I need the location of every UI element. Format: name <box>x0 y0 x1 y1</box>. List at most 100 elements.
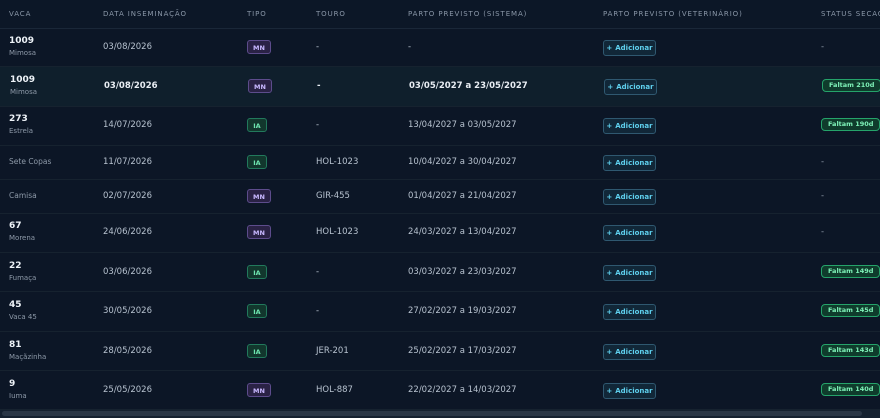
type-badge: IA <box>247 155 267 169</box>
parto-sistema: 13/04/2027 a 03/05/2027 <box>408 120 517 130</box>
table-row[interactable]: 1009 Mimosa 03/08/2026 MN - 03/05/2027 a… <box>0 67 880 107</box>
bull: - <box>316 306 320 316</box>
header-tipo[interactable]: TIPO <box>247 10 267 18</box>
table-row[interactable]: 67 Morena 24/06/2026 MN HOL-1023 24/03/2… <box>0 214 880 253</box>
status-secagem: - <box>821 227 825 237</box>
bull: - <box>317 81 321 91</box>
plus-icon: + <box>606 159 613 167</box>
bull: - <box>316 42 320 52</box>
scrollbar-thumb[interactable] <box>2 411 862 416</box>
cow-name: Estrela <box>9 127 34 135</box>
add-vet-date-button[interactable]: + Adicionar <box>603 118 656 134</box>
insemination-date: 24/06/2026 <box>103 227 152 237</box>
add-label: Adicionar <box>615 193 653 201</box>
type-badge: IA <box>247 304 267 318</box>
insemination-date: 30/05/2026 <box>103 306 152 316</box>
header-data[interactable]: DATA INSEMINAÇÃO <box>103 10 187 18</box>
header-parto-sistema[interactable]: PARTO PREVISTO (SISTEMA) <box>408 10 527 18</box>
horizontal-scrollbar[interactable] <box>0 410 880 418</box>
add-vet-date-button[interactable]: + Adicionar <box>604 79 657 95</box>
parto-sistema: 25/02/2027 a 17/03/2027 <box>408 346 517 356</box>
status-secagem: - <box>821 191 825 201</box>
bull: - <box>316 267 320 277</box>
add-label: Adicionar <box>615 122 653 130</box>
status-secagem: - <box>821 42 825 52</box>
type-badge: IA <box>247 265 267 279</box>
type-badge: IA <box>247 344 267 358</box>
add-vet-date-button[interactable]: + Adicionar <box>603 265 656 281</box>
insemination-date: 28/05/2026 <box>103 346 152 356</box>
plus-icon: + <box>606 193 613 201</box>
insemination-date: 03/08/2026 <box>103 42 152 52</box>
add-vet-date-button[interactable]: + Adicionar <box>603 344 656 360</box>
parto-sistema: 03/03/2027 a 23/03/2027 <box>408 267 517 277</box>
bull: HOL-887 <box>316 385 353 395</box>
cow-number: 22 <box>9 261 22 271</box>
status-badge: Faltam 143d <box>821 344 880 357</box>
header-touro[interactable]: TOURO <box>316 10 346 18</box>
table-row[interactable]: 45 Vaca 45 30/05/2026 IA - 27/02/2027 a … <box>0 292 880 332</box>
insemination-table: VACA DATA INSEMINAÇÃO TIPO TOURO PARTO P… <box>0 0 880 418</box>
status-badge: Faltam 140d <box>821 383 880 396</box>
status-badge: Faltam 145d <box>821 304 880 317</box>
type-badge: IA <box>247 118 267 132</box>
cow-name: Morena <box>9 234 36 242</box>
add-vet-date-button[interactable]: + Adicionar <box>603 189 656 205</box>
cow-name: Maçãzinha <box>9 353 47 361</box>
cow-number: 81 <box>9 340 22 350</box>
parto-sistema: 03/05/2027 a 23/05/2027 <box>409 81 528 91</box>
cow-name: Iuma <box>9 392 27 400</box>
table-row[interactable]: 81 Maçãzinha 28/05/2026 IA JER-201 25/02… <box>0 332 880 371</box>
add-label: Adicionar <box>615 159 653 167</box>
add-label: Adicionar <box>615 44 653 52</box>
cow-name: Vaca 45 <box>9 313 37 321</box>
table-header: VACA DATA INSEMINAÇÃO TIPO TOURO PARTO P… <box>0 0 880 29</box>
plus-icon: + <box>606 387 613 395</box>
add-vet-date-button[interactable]: + Adicionar <box>603 155 656 171</box>
table-row[interactable]: Sete Copas 11/07/2026 IA HOL-1023 10/04/… <box>0 146 880 180</box>
bull: JER-201 <box>316 346 349 356</box>
table-row[interactable]: 1009 Mimosa 03/08/2026 MN - - + Adicionar… <box>0 29 880 67</box>
type-badge: MN <box>247 40 271 54</box>
cow-number: 67 <box>9 221 22 231</box>
parto-sistema: 10/04/2027 a 30/04/2027 <box>408 157 517 167</box>
insemination-date: 03/06/2026 <box>103 267 152 277</box>
add-vet-date-button[interactable]: + Adicionar <box>603 40 656 56</box>
header-parto-veterinario[interactable]: PARTO PREVISTO (VETERINÁRIO) <box>603 10 743 18</box>
status-badge: Faltam 210d <box>822 79 880 92</box>
header-vaca[interactable]: VACA <box>9 10 31 18</box>
plus-icon: + <box>606 229 613 237</box>
add-label: Adicionar <box>615 308 653 316</box>
add-label: Adicionar <box>615 348 653 356</box>
cow-number: 1009 <box>10 75 36 85</box>
add-label: Adicionar <box>616 83 654 91</box>
add-vet-date-button[interactable]: + Adicionar <box>603 225 656 241</box>
plus-icon: + <box>606 348 613 356</box>
type-badge: MN <box>247 383 271 397</box>
add-vet-date-button[interactable]: + Adicionar <box>603 383 656 399</box>
cow-number: 9 <box>9 379 16 389</box>
cow-number: 45 <box>9 300 22 310</box>
bull: HOL-1023 <box>316 157 359 167</box>
status-secagem: - <box>821 157 825 167</box>
cow-name: Camisa <box>9 191 37 200</box>
bull: GIR-455 <box>316 191 350 201</box>
table-row[interactable]: 9 Iuma 25/05/2026 MN HOL-887 22/02/2027 … <box>0 371 880 410</box>
header-status-secagem[interactable]: STATUS SECAGEM <box>821 10 880 18</box>
plus-icon: + <box>607 83 614 91</box>
table-row[interactable]: 22 Fumaça 03/06/2026 IA - 03/03/2027 a 2… <box>0 253 880 292</box>
plus-icon: + <box>606 44 613 52</box>
parto-sistema: - <box>408 42 412 52</box>
cow-name: Fumaça <box>9 274 37 282</box>
type-badge: MN <box>247 225 271 239</box>
cow-name: Mimosa <box>9 49 37 57</box>
insemination-date: 03/08/2026 <box>104 81 158 91</box>
table-row[interactable]: 273 Estrela 14/07/2026 IA - 13/04/2027 a… <box>0 107 880 146</box>
parto-sistema: 01/04/2027 a 21/04/2027 <box>408 191 517 201</box>
cow-name: Mimosa <box>10 88 38 96</box>
parto-sistema: 24/03/2027 a 13/04/2027 <box>408 227 517 237</box>
add-vet-date-button[interactable]: + Adicionar <box>603 304 656 320</box>
table-row[interactable]: Camisa 02/07/2026 MN GIR-455 01/04/2027 … <box>0 180 880 214</box>
cow-number: 273 <box>9 114 28 124</box>
status-badge: Faltam 149d <box>821 265 880 278</box>
